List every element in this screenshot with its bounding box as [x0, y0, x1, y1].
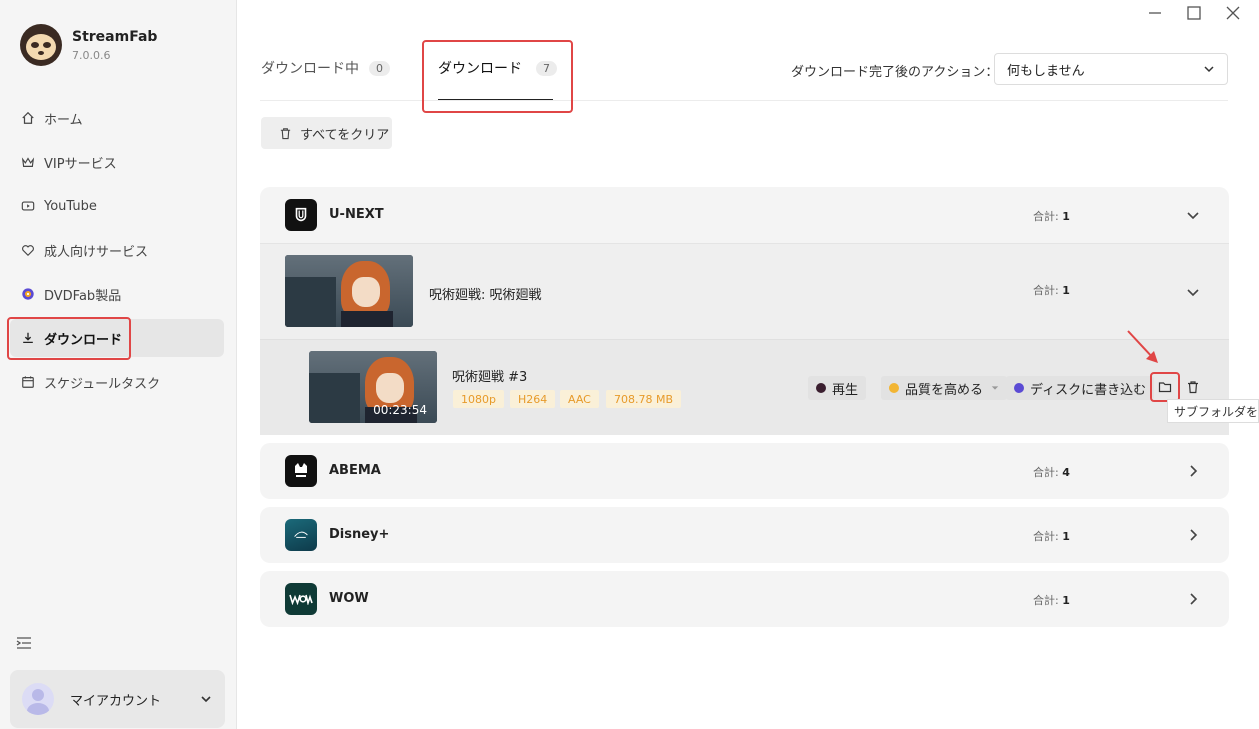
group-total: 合計: 4: [1033, 466, 1070, 479]
dvdfab-icon: [1014, 383, 1024, 393]
enhance-icon: [889, 383, 899, 393]
sidebar-item-label: VIPサービス: [44, 156, 117, 172]
open-folder-button[interactable]: [1154, 376, 1176, 398]
dvdfab-icon: [20, 286, 36, 302]
calendar-icon: [20, 374, 36, 390]
youtube-icon: [20, 198, 36, 214]
minimize-button[interactable]: [1146, 4, 1164, 22]
chevron-right-icon[interactable]: [1186, 528, 1200, 542]
chevron-down-icon[interactable]: [1186, 208, 1200, 222]
sidebar-item-adult[interactable]: 成人向けサービス: [10, 231, 224, 269]
group-name: ABEMA: [329, 463, 381, 478]
sidebar-item-dvdfab[interactable]: DVDFab製品: [10, 275, 224, 313]
series-title: 呪術廻戦: 呪術廻戦: [429, 288, 542, 303]
select-value: 何もしません: [1007, 63, 1085, 79]
sidebar-item-home[interactable]: ホーム: [10, 99, 224, 137]
sidebar-item-label: スケジュールタスク: [44, 376, 161, 392]
sidebar-item-vip[interactable]: VIPサービス: [10, 143, 224, 181]
heart-icon: [20, 242, 36, 258]
tooltip: サブフォルダを開く: [1167, 399, 1259, 423]
tab-downloading[interactable]: ダウンロード中 0: [261, 58, 390, 78]
annotation-arrow-icon: [1127, 330, 1158, 363]
avatar: [22, 683, 54, 715]
tabs-divider: [260, 100, 1228, 101]
episode-thumbnail[interactable]: 00:23:54: [309, 351, 437, 423]
chevron-down-icon: [1204, 66, 1214, 73]
streamfab-logo-icon: [20, 24, 62, 66]
app-version: 7.0.0.6: [72, 49, 111, 62]
tab-downloaded[interactable]: ダウンロード 7: [438, 58, 557, 78]
sidebar-item-label: ホーム: [44, 112, 83, 128]
trash-icon: [1188, 381, 1198, 394]
trash-icon: [280, 127, 291, 139]
app-name: StreamFab: [72, 29, 158, 45]
episode-title: 呪術廻戦 #3: [452, 370, 528, 385]
group-total: 合計: 1: [1033, 210, 1070, 223]
sidebar-item-label: ダウンロード: [44, 332, 123, 348]
account-menu[interactable]: マイアカウント: [10, 670, 225, 728]
sidebar-item-label: 成人向けサービス: [44, 244, 149, 260]
group-abema[interactable]: [260, 443, 1229, 499]
tag-file-size: 708.78 MB: [606, 390, 682, 408]
chevron-right-icon[interactable]: [1186, 592, 1200, 606]
disney-plus-logo-icon: [285, 519, 317, 551]
download-icon: [20, 330, 36, 346]
collapse-menu-icon[interactable]: [16, 636, 32, 650]
maximize-button[interactable]: [1185, 4, 1203, 22]
abema-logo-icon: [285, 455, 317, 487]
clear-all-label: すべてをクリア: [300, 127, 390, 143]
series-thumbnail: [285, 255, 413, 327]
play-label: 再生: [832, 382, 859, 398]
after-download-label: ダウンロード完了後のアクション：: [791, 65, 999, 80]
episode-duration: 00:23:54: [373, 403, 427, 417]
group-name: U-NEXT: [329, 207, 384, 222]
clear-all-button[interactable]: すべてをクリア: [261, 117, 392, 149]
group-total: 合計: 1: [1033, 530, 1070, 543]
tab-label: ダウンロード: [438, 61, 522, 77]
crown-icon: [20, 154, 36, 170]
group-name: WOW: [329, 591, 369, 606]
tag-audio-codec: AAC: [560, 390, 599, 408]
sidebar: StreamFab 7.0.0.6 ホーム VIPサービス YouTube 成人…: [0, 0, 237, 729]
caret-down-icon[interactable]: [991, 384, 999, 392]
group-wow[interactable]: [260, 571, 1229, 627]
close-button[interactable]: [1224, 4, 1242, 22]
after-download-select[interactable]: 何もしません: [994, 53, 1228, 85]
group-name: Disney+: [329, 527, 390, 542]
group-total: 合計: 1: [1033, 594, 1070, 607]
tab-count-badge: 0: [369, 60, 390, 76]
tab-label: ダウンロード中: [261, 61, 359, 77]
sidebar-item-label: DVDFab製品: [44, 288, 122, 304]
sidebar-item-download[interactable]: ダウンロード: [10, 319, 224, 357]
burn-label: ディスクに書き込む: [1030, 382, 1147, 398]
folder-icon: [1158, 382, 1172, 393]
tab-count-badge: 7: [536, 60, 557, 76]
home-icon: [20, 110, 36, 126]
tag-video-codec: H264: [510, 390, 556, 408]
enhance-quality-button[interactable]: 品質を高める: [881, 376, 1008, 400]
delete-button[interactable]: [1182, 376, 1204, 398]
play-button[interactable]: 再生: [808, 376, 867, 400]
sidebar-item-label: YouTube: [44, 198, 97, 214]
play-icon: [816, 383, 826, 393]
burn-to-disc-button[interactable]: ディスクに書き込む: [1006, 376, 1155, 400]
wow-logo-icon: [285, 583, 317, 615]
sidebar-item-youtube[interactable]: YouTube: [10, 187, 224, 225]
tag-resolution: 1080p: [453, 390, 504, 408]
u-next-logo-icon[interactable]: [285, 199, 317, 231]
sidebar-item-schedule[interactable]: スケジュールタスク: [10, 363, 224, 401]
group-disney-plus[interactable]: [260, 507, 1229, 563]
chevron-right-icon[interactable]: [1186, 464, 1200, 478]
account-label: マイアカウント: [70, 693, 162, 709]
series-total: 合計: 1: [1033, 284, 1070, 297]
chevron-down-icon: [201, 696, 211, 703]
chevron-down-icon[interactable]: [1186, 285, 1200, 299]
enhance-label: 品質を高める: [905, 382, 984, 398]
